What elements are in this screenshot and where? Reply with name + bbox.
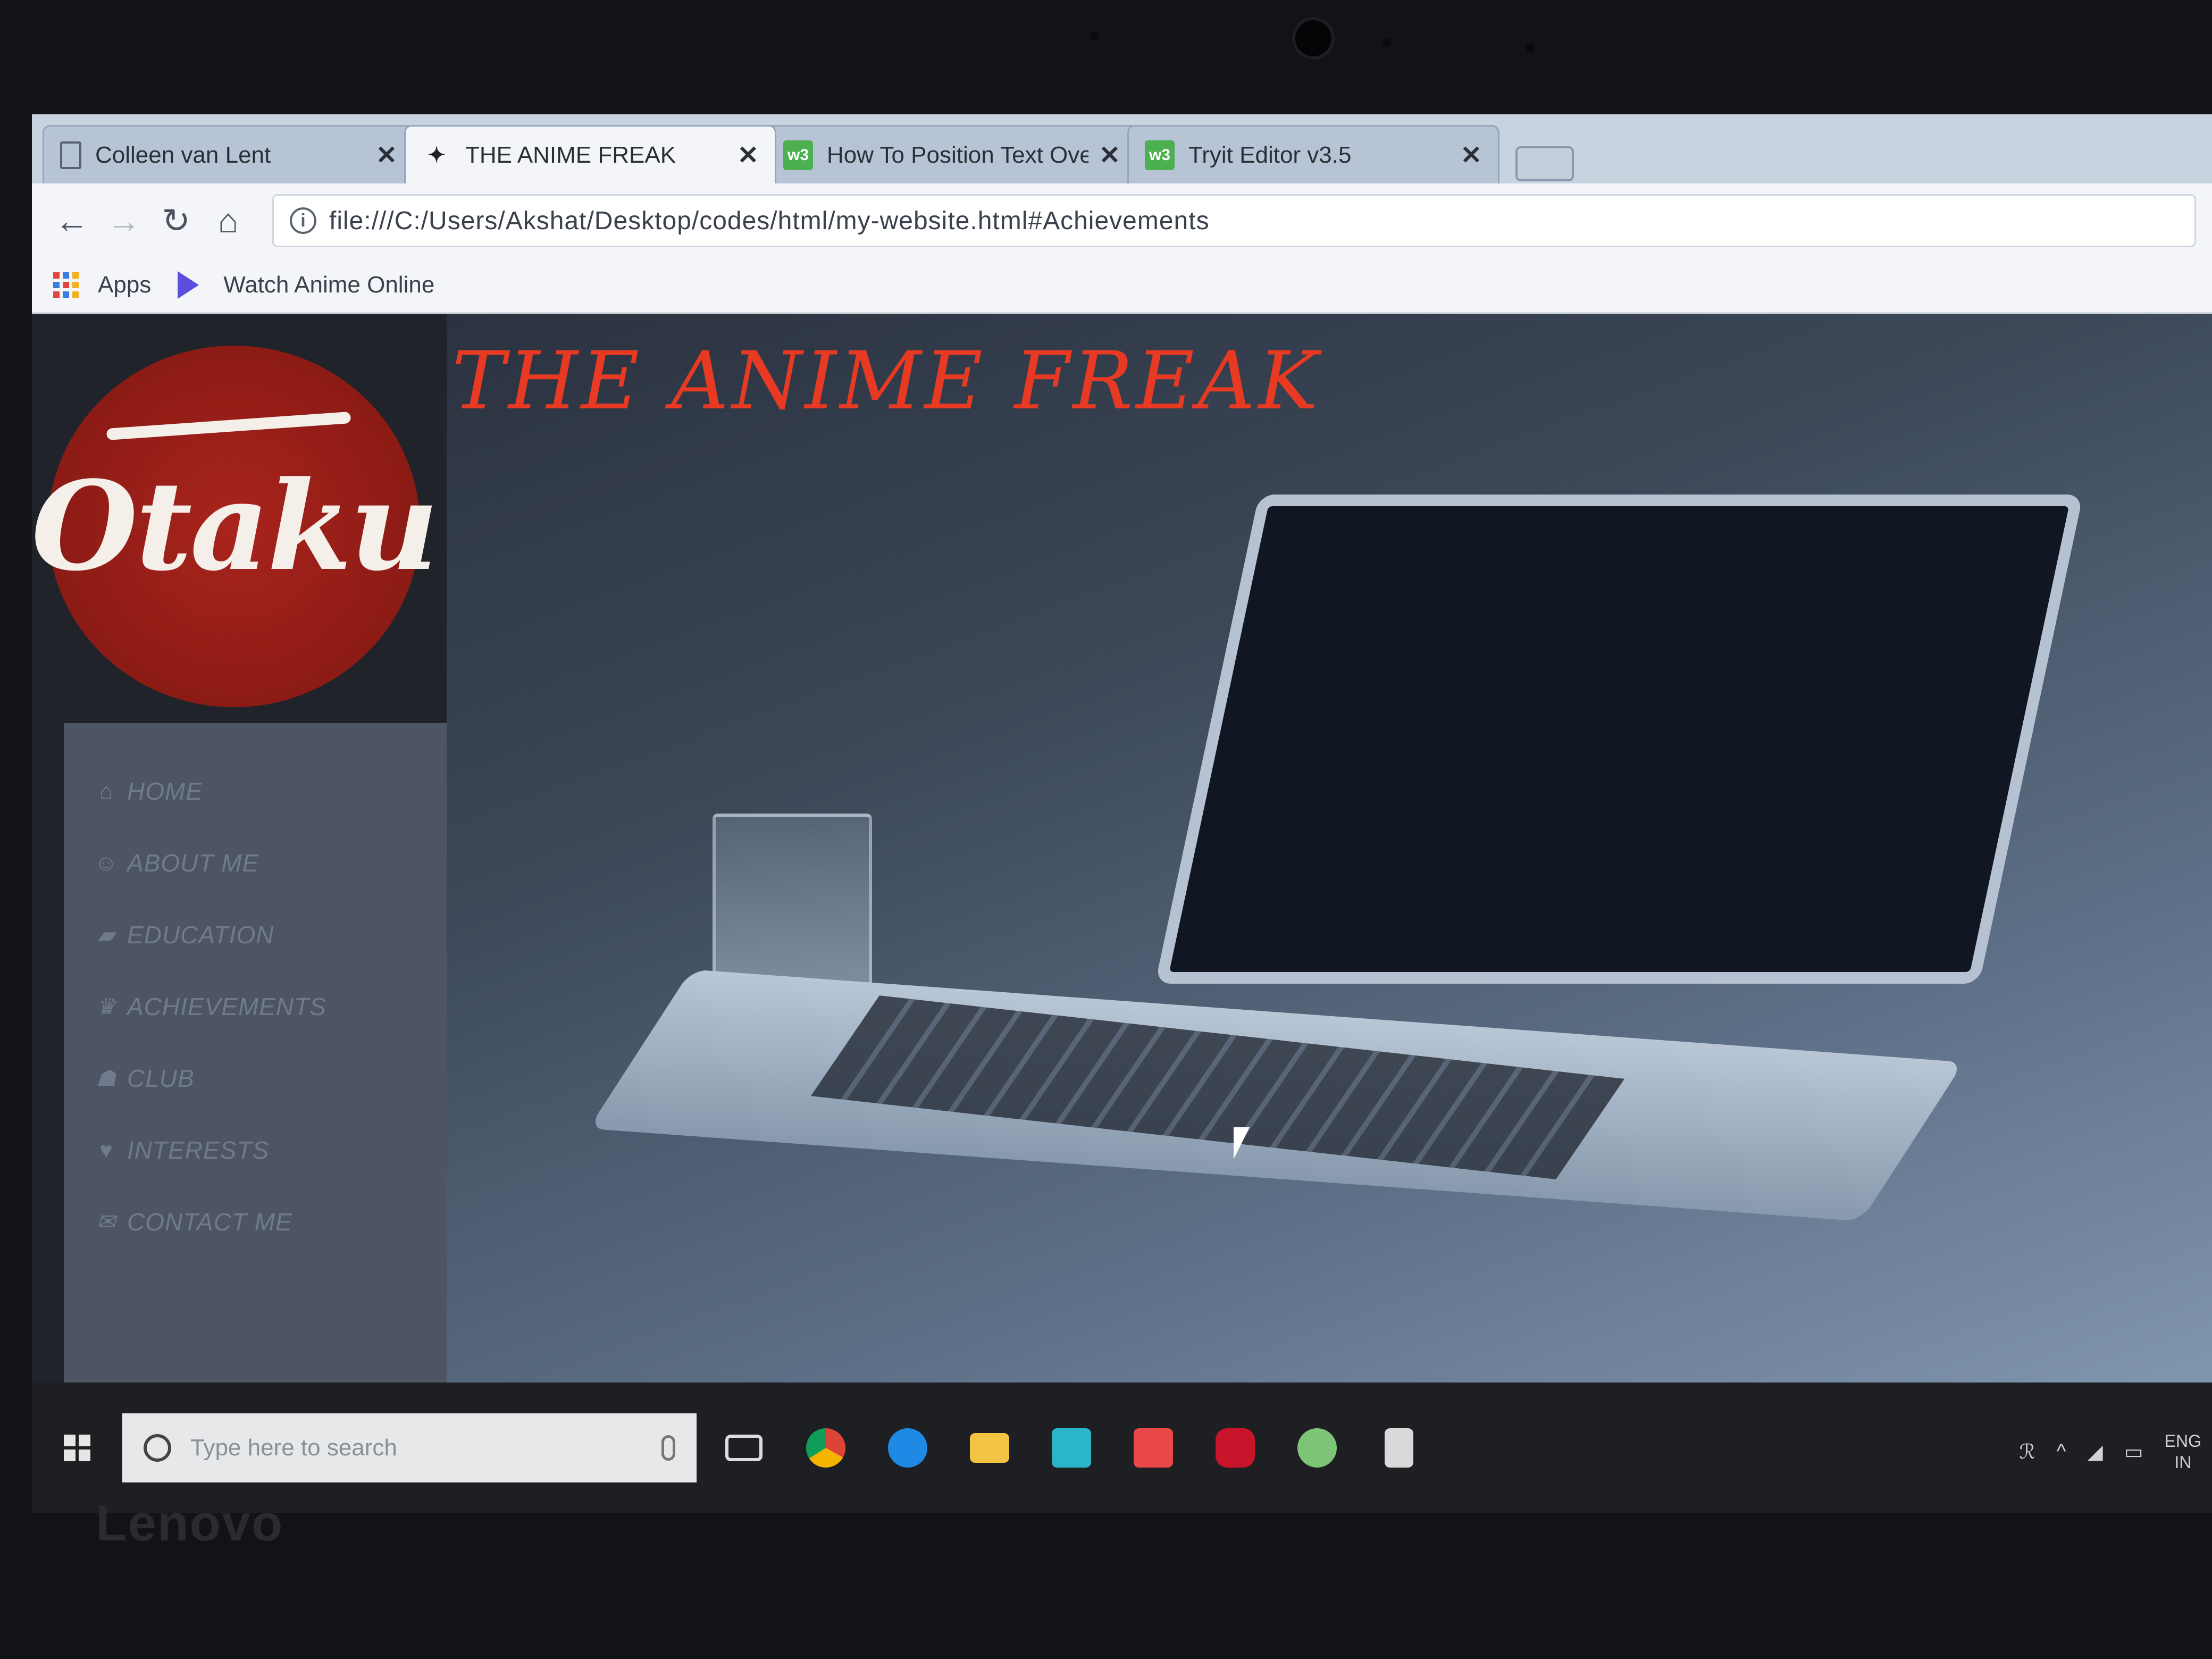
- nav-item-interests[interactable]: ♥ INTERESTS: [64, 1114, 447, 1186]
- task-view-icon[interactable]: [709, 1419, 778, 1477]
- page-content: THE ANIME FREAK Otaku ⌂ HOME ☺ ABOUT ME …: [32, 314, 2212, 1382]
- globe-icon[interactable]: [1283, 1419, 1352, 1477]
- nav-label: EDUCATION: [127, 920, 274, 949]
- lenovo-logo: Lenovo: [96, 1495, 284, 1552]
- search-placeholder: Type here to search: [190, 1434, 397, 1461]
- wifi-icon[interactable]: ◢: [2088, 1440, 2103, 1464]
- logo-text: Otaku: [32, 455, 439, 598]
- address-bar[interactable]: i file:///C:/Users/Akshat/Desktop/codes/…: [272, 194, 2196, 247]
- back-arrow-icon[interactable]: ←: [48, 197, 96, 245]
- tab-title: THE ANIME FREAK: [465, 141, 676, 168]
- tab-strip: Colleen van Lent ✕ ✦ THE ANIME FREAK ✕ w…: [32, 114, 2212, 183]
- nav-label: CLUB: [127, 1064, 195, 1092]
- tab-how-to-position-text[interactable]: w3 How To Position Text Ove ✕: [766, 125, 1138, 183]
- taskbar-search[interactable]: Type here to search: [122, 1413, 697, 1482]
- bookmark-watch-anime-online[interactable]: Watch Anime Online: [223, 272, 434, 298]
- language-indicator[interactable]: ENG IN: [2165, 1430, 2201, 1473]
- heart-icon: ♥: [99, 1137, 113, 1162]
- system-tray: ℛ ^ ◢ ▭ ENG IN: [2019, 1430, 2201, 1473]
- home-icon[interactable]: ⌂: [204, 197, 252, 245]
- graduation-cap-icon: ▰: [97, 922, 115, 947]
- tab-title: Tryit Editor v3.5: [1188, 141, 1352, 168]
- site-title: THE ANIME FREAK: [452, 335, 1321, 428]
- close-icon[interactable]: ✕: [1461, 140, 1482, 170]
- language-code: ENG: [2164, 1431, 2201, 1451]
- info-icon[interactable]: i: [290, 207, 316, 234]
- trophy-icon: ♛: [96, 994, 117, 1019]
- tab-title: Colleen van Lent: [95, 141, 271, 168]
- apps-grid-icon[interactable]: [53, 272, 79, 298]
- nav-label: HOME: [127, 777, 203, 805]
- logo-brush-stroke: [106, 411, 351, 441]
- forward-arrow-icon[interactable]: →: [100, 197, 148, 245]
- file-explorer-icon[interactable]: [955, 1419, 1024, 1477]
- anime-icon: ✦: [428, 143, 446, 167]
- region-code: IN: [2174, 1453, 2192, 1472]
- w3schools-icon: w3: [783, 140, 813, 170]
- reload-icon[interactable]: ↻: [152, 197, 200, 245]
- windows-taskbar: Type here to search ℛ ^ ◢ ▭ ENG IN: [32, 1382, 2212, 1513]
- battery-icon[interactable]: ▭: [2124, 1440, 2143, 1464]
- mcafee-icon[interactable]: [1201, 1419, 1270, 1477]
- laptop-screen-illustration: [1155, 495, 2083, 984]
- user-icon: ☺: [95, 850, 118, 875]
- bookmark-apps[interactable]: Apps: [98, 272, 151, 298]
- close-icon[interactable]: ✕: [1099, 140, 1120, 170]
- sidebar-nav: ⌂ HOME ☺ ABOUT ME ▰ EDUCATION ♛ ACHIEVEM…: [64, 723, 447, 1382]
- nav-item-contact-me[interactable]: ✉ CONTACT ME: [64, 1186, 447, 1258]
- chrome-icon[interactable]: [791, 1419, 860, 1477]
- nav-label: CONTACT ME: [127, 1208, 292, 1236]
- browser-toolbar: ← → ↻ ⌂ i file:///C:/Users/Akshat/Deskto…: [32, 183, 2212, 258]
- tab-the-anime-freak[interactable]: ✦ THE ANIME FREAK ✕: [404, 125, 776, 183]
- nav-label: ABOUT ME: [127, 849, 259, 877]
- close-icon[interactable]: ✕: [738, 140, 759, 170]
- chevron-up-icon[interactable]: ^: [2057, 1440, 2066, 1463]
- hero-image: [447, 314, 2212, 1382]
- nav-item-about-me[interactable]: ☺ ABOUT ME: [64, 827, 447, 899]
- group-icon: ☗: [96, 1066, 117, 1091]
- webcam: [1292, 17, 1335, 60]
- nav-label: INTERESTS: [127, 1136, 270, 1164]
- lenovo-l-icon[interactable]: [1037, 1419, 1106, 1477]
- windows-icon: [64, 1434, 90, 1461]
- nav-item-home[interactable]: ⌂ HOME: [64, 755, 447, 827]
- webcam-sensor: [1526, 44, 1535, 52]
- document-icon: [60, 141, 81, 169]
- envelope-icon: ✉: [96, 1209, 116, 1234]
- url-text[interactable]: file:///C:/Users/Akshat/Desktop/codes/ht…: [329, 206, 1210, 236]
- close-icon[interactable]: ✕: [376, 140, 397, 170]
- people-icon[interactable]: ℛ: [2019, 1440, 2035, 1464]
- notepad-icon[interactable]: [1364, 1419, 1434, 1477]
- otaku-logo[interactable]: Otaku: [32, 346, 439, 707]
- nav-item-education[interactable]: ▰ EDUCATION: [64, 899, 447, 970]
- laptop-screen: Colleen van Lent ✕ ✦ THE ANIME FREAK ✕ w…: [32, 114, 2212, 1513]
- nav-label: ACHIEVEMENTS: [127, 992, 326, 1020]
- play-icon: [178, 271, 199, 299]
- tab-title: How To Position Text Ove: [827, 141, 1088, 168]
- edge-icon[interactable]: [873, 1419, 942, 1477]
- bookmarks-bar: Apps Watch Anime Online: [32, 258, 2212, 314]
- tab-colleen-van-lent[interactable]: Colleen van Lent ✕: [43, 125, 415, 183]
- w3schools-icon: w3: [1145, 140, 1175, 170]
- home-icon: ⌂: [99, 778, 114, 803]
- new-tab-button[interactable]: [1515, 146, 1574, 181]
- nav-item-club[interactable]: ☗ CLUB: [64, 1042, 447, 1114]
- start-button[interactable]: [32, 1382, 122, 1513]
- tab-tryit-editor[interactable]: w3 Tryit Editor v3.5 ✕: [1127, 125, 1499, 183]
- cortana-icon: [144, 1434, 171, 1462]
- mouse-cursor-icon: [1231, 1125, 1252, 1162]
- microphone-icon[interactable]: [661, 1435, 675, 1461]
- red-app-icon[interactable]: [1119, 1419, 1188, 1477]
- webcam-sensor: [1090, 32, 1099, 40]
- webcam-sensor: [1382, 38, 1391, 47]
- nav-item-achievements[interactable]: ♛ ACHIEVEMENTS: [64, 970, 447, 1042]
